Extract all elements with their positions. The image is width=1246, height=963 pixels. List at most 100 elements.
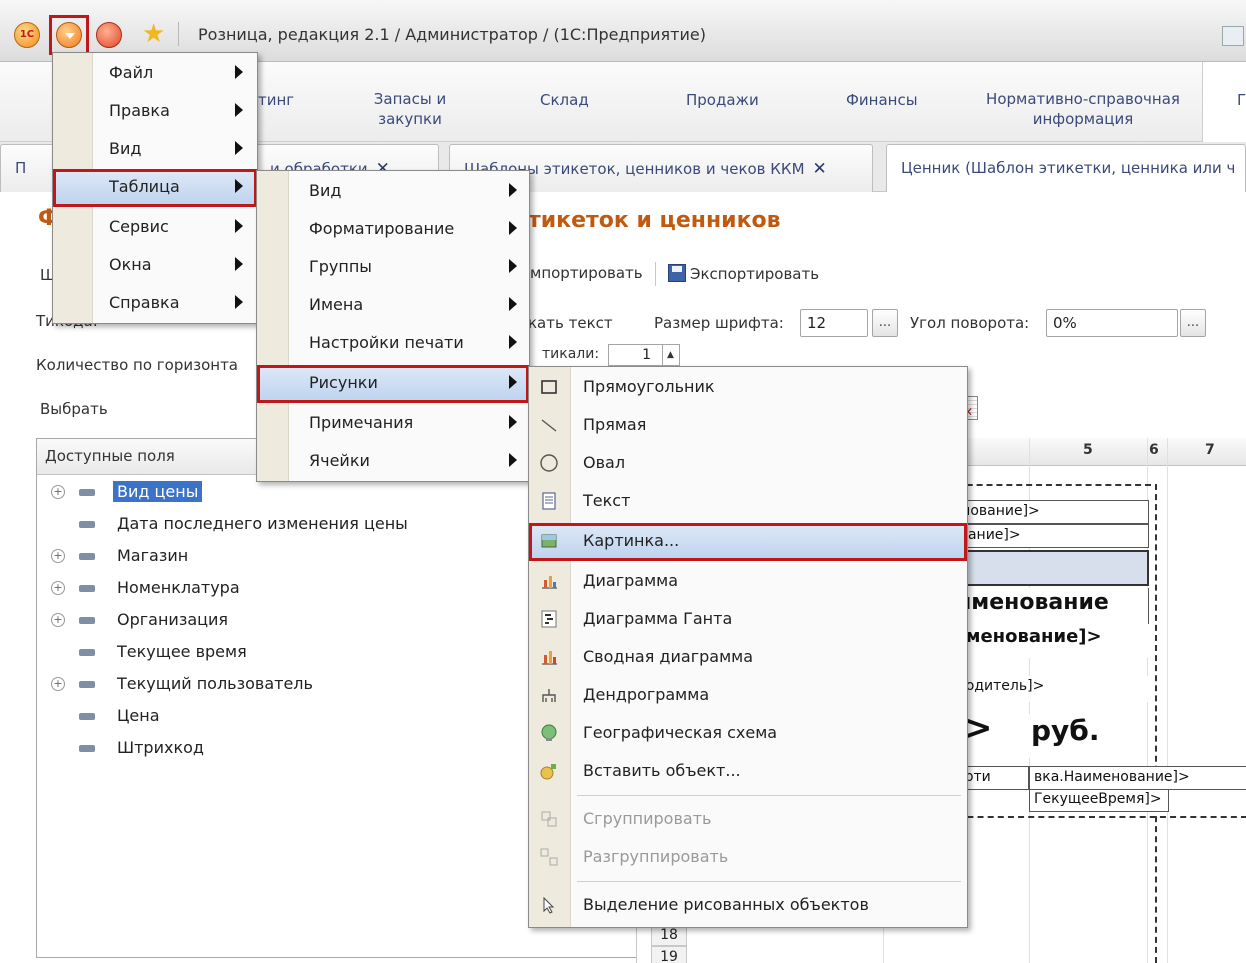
menu-item-oval[interactable]: Овал [529, 445, 967, 483]
section-marketing[interactable]: тинг [258, 90, 294, 110]
field-label: Номенклатура [117, 578, 240, 597]
menu-item-cells[interactable]: Ячейки [257, 443, 529, 481]
template-cell[interactable]: изводитель]> [937, 676, 1149, 702]
expand-icon[interactable]: + [51, 613, 65, 627]
font-size-input[interactable]: 12 [800, 309, 868, 337]
menu-item-label: Разгруппировать [583, 847, 729, 866]
field-icon [79, 649, 95, 656]
tab-first[interactable]: П [0, 144, 60, 192]
field-icon [79, 553, 95, 560]
column-header-5[interactable]: 5 [1083, 442, 1093, 458]
import-button[interactable]: мпортировать [530, 264, 643, 282]
menu-item-groups[interactable]: Группы [257, 249, 529, 287]
template-cell[interactable]: аименование]> [937, 624, 1149, 658]
menu-item-rectangle[interactable]: Прямоугольник [529, 369, 967, 407]
font-size-select-button[interactable]: ... [872, 309, 898, 337]
menu-item-group[interactable]: Сгруппировать [529, 801, 967, 839]
menu-item-file[interactable]: Файл [53, 55, 257, 93]
menu-item-picture[interactable]: Картинка... [529, 523, 967, 561]
menu-item-service[interactable]: Сервис [53, 209, 257, 247]
menu-item-label: Вставить объект... [583, 761, 741, 780]
export-label: Экспортировать [690, 265, 820, 283]
menu-item-label: Примечания [309, 413, 414, 432]
menu-item-text[interactable]: Текст [529, 483, 967, 521]
menu-item-dendrogram[interactable]: Дендрограмма [529, 677, 967, 715]
tab-price-tag[interactable]: Ценник (Шаблон этикетки, ценника или ч [886, 144, 1246, 192]
menu-item-label: Форматирование [309, 219, 455, 238]
print-area-border [1155, 484, 1157, 963]
menu-item-label: Группы [309, 257, 372, 276]
export-button[interactable]: Экспортировать [668, 264, 819, 283]
tab-label: П [15, 159, 27, 177]
template-cell-currency[interactable]: руб. [1027, 714, 1145, 758]
menu-item-insert-object[interactable]: Вставить объект... [529, 753, 967, 791]
close-icon[interactable]: ✕ [813, 159, 827, 179]
menu-item-label: Правка [109, 101, 170, 120]
tab-label: Ценник (Шаблон этикетки, ценника или ч [901, 159, 1236, 177]
menu-item-select-drawings[interactable]: Выделение рисованных объектов [529, 887, 967, 925]
section-finance[interactable]: Финансы [846, 90, 918, 110]
text-icon [542, 492, 556, 510]
menu-item-formatting[interactable]: Форматирование [257, 211, 529, 249]
choose-button[interactable]: Выбрать [40, 400, 108, 418]
template-cell[interactable]: нование]> [937, 524, 1149, 548]
field-label: Цена [117, 706, 160, 725]
field-icon [79, 521, 95, 528]
menu-item-names[interactable]: Имена [257, 287, 529, 325]
column-header-7[interactable]: 7 [1205, 442, 1215, 458]
template-cell[interactable]: ГекущееВремя]> [1029, 790, 1169, 812]
menu-item-line[interactable]: Прямая [529, 407, 967, 445]
template-cell-selected[interactable] [937, 550, 1149, 586]
column-line [1167, 438, 1168, 963]
menu-item-pivot-chart[interactable]: Сводная диаграмма [529, 639, 967, 677]
gantt-icon [541, 610, 557, 628]
menu-item-geo-scheme[interactable]: Географическая схема [529, 715, 967, 753]
section-sales[interactable]: Продажи [686, 90, 759, 110]
template-cell[interactable]: аименование [937, 588, 1149, 624]
section-stocks-purchases[interactable]: Запасы и закупки [360, 89, 460, 129]
spin-up-icon[interactable]: ▲ [662, 345, 678, 365]
section-reference-info[interactable]: Нормативно-справочная информация [970, 89, 1196, 129]
menu-item-label: Диаграмма [583, 571, 679, 590]
expand-icon[interactable]: + [51, 581, 65, 595]
template-cell[interactable]: менование]> [937, 500, 1149, 524]
insert-object-icon [540, 764, 556, 780]
menu-item-print-settings[interactable]: Настройки печати [257, 325, 529, 363]
vertical-count-label: тикали: [542, 346, 600, 362]
menu-item-label: Настройки печати [309, 333, 464, 352]
menu-item-chart[interactable]: Диаграмма [529, 563, 967, 601]
menu-item-edit[interactable]: Правка [53, 93, 257, 131]
section-active[interactable]: Г [1202, 62, 1246, 142]
rotation-angle-select-button[interactable]: ... [1180, 309, 1206, 337]
history-icon[interactable] [96, 22, 122, 48]
menu-item-table-view[interactable]: Вид [257, 173, 529, 211]
menu-item-label: Таблица [109, 177, 180, 196]
column-header-6[interactable]: 6 [1149, 442, 1159, 458]
field-icon [79, 681, 95, 688]
field-icon [79, 617, 95, 624]
section-warehouse[interactable]: Склад [540, 90, 589, 110]
group-icon [541, 811, 557, 827]
menu-item-notes[interactable]: Примечания [257, 405, 529, 443]
expand-icon[interactable]: + [51, 485, 65, 499]
app-logo-icon[interactable]: 1С [14, 22, 40, 48]
expand-icon[interactable]: + [51, 549, 65, 563]
menu-item-view[interactable]: Вид [53, 131, 257, 169]
menu-item-ungroup[interactable]: Разгруппировать [529, 839, 967, 877]
menu-item-windows[interactable]: Окна [53, 247, 257, 285]
expand-icon[interactable]: + [51, 677, 65, 691]
menu-item-gantt[interactable]: Диаграмма Ганта [529, 601, 967, 639]
menu-item-help[interactable]: Справка [53, 285, 257, 323]
menu-item-table[interactable]: Таблица [53, 169, 257, 207]
rotation-angle-input[interactable]: 0% [1046, 309, 1178, 337]
ungroup-icon [540, 848, 558, 866]
window-calculator-icon[interactable] [1222, 26, 1244, 46]
drawings-submenu: Прямоугольник Прямая Овал Текст Картинка… [528, 366, 968, 928]
menu-item-label: Справка [109, 293, 180, 312]
template-cell[interactable]: вка.Наименование]> [1029, 766, 1246, 790]
field-label: Дата последнего изменения цены [117, 514, 408, 533]
main-menu: Файл Правка Вид Таблица Сервис Окна Спра… [52, 52, 258, 324]
favorites-star-icon[interactable]: ★ [142, 20, 165, 48]
menu-item-drawings[interactable]: Рисунки [257, 365, 529, 403]
row-number-19[interactable]: 19 [651, 946, 687, 963]
